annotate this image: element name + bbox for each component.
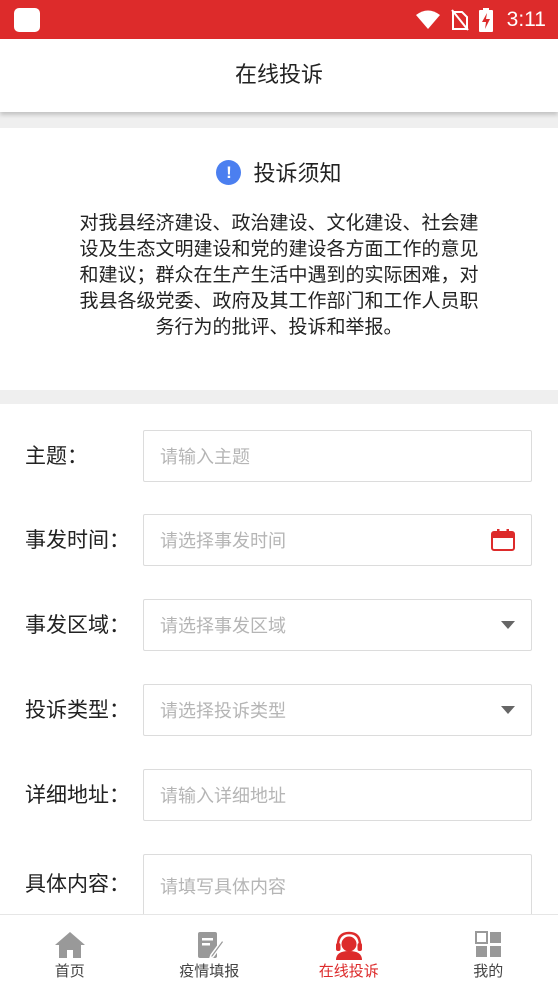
- tab-mine-label: 我的: [473, 962, 504, 980]
- edit-document-icon: [198, 932, 226, 960]
- app-header: 在线投诉: [0, 39, 558, 112]
- battery-charging-icon: [478, 7, 493, 32]
- form-row-incident-area: 事发区域： 请选择事发区域: [0, 599, 558, 651]
- status-bar: 3:11: [0, 0, 558, 39]
- form-row-complaint-type: 投诉类型： 请选择投诉类型: [0, 684, 558, 736]
- form-row-subject: 主题： 请输入主题: [0, 430, 558, 482]
- status-icons: 3:11: [415, 0, 546, 39]
- address-label: 详细地址：: [25, 783, 130, 807]
- complaint-type-placeholder: 请选择投诉类型: [160, 701, 286, 722]
- no-sim-icon: [450, 8, 469, 31]
- status-time: 3:11: [506, 7, 546, 31]
- notice-body: 对我县经济建设、政治建设、文化建设、社会建设及生态文明建设和党的建设各方面工作的…: [79, 212, 479, 338]
- section-divider: [0, 112, 558, 128]
- info-icon: !: [216, 159, 242, 185]
- incident-area-select[interactable]: 请选择事发区域: [143, 599, 532, 651]
- incident-time-placeholder: 请选择事发时间: [160, 531, 286, 552]
- complaint-type-label: 投诉类型：: [25, 698, 130, 722]
- form-row-incident-time: 事发时间： 请选择事发时间: [0, 514, 558, 566]
- incident-area-placeholder: 请选择事发区域: [160, 616, 286, 637]
- tab-online-complaint-label: 在线投诉: [318, 962, 379, 980]
- content-label: 具体内容：: [25, 872, 130, 896]
- dropdown-arrow-icon: [501, 706, 515, 714]
- notice-header: ! 投诉须知: [0, 156, 558, 188]
- tab-online-complaint[interactable]: 在线投诉: [279, 915, 419, 993]
- content-placeholder: 请填写具体内容: [160, 877, 286, 898]
- complaint-type-select[interactable]: 请选择投诉类型: [143, 684, 532, 736]
- section-divider: [0, 390, 558, 404]
- address-placeholder: 请输入详细地址: [160, 786, 286, 807]
- home-icon: [54, 932, 85, 958]
- tab-epidemic-report-label: 疫情填报: [179, 962, 240, 980]
- subject-placeholder: 请输入主题: [160, 447, 250, 468]
- form-row-content: 具体内容： 请填写具体内容: [0, 854, 558, 924]
- form-row-address: 详细地址： 请输入详细地址: [0, 769, 558, 821]
- notice-title: 投诉须知: [253, 162, 342, 187]
- grid-icon: [475, 931, 502, 957]
- wifi-icon: [415, 10, 440, 29]
- tab-home[interactable]: 首页: [0, 915, 140, 993]
- complaint-notice: ! 投诉须知 对我县经济建设、政治建设、文化建设、社会建设及生态文明建设和党的建…: [0, 128, 558, 390]
- calendar-icon[interactable]: [491, 529, 515, 551]
- address-input[interactable]: 请输入详细地址: [143, 769, 532, 821]
- subject-label: 主题：: [25, 444, 88, 468]
- customer-service-icon: [335, 931, 362, 960]
- incident-time-label: 事发时间：: [25, 528, 130, 552]
- incident-time-picker[interactable]: 请选择事发时间: [143, 514, 532, 566]
- subject-input[interactable]: 请输入主题: [143, 430, 532, 482]
- tab-home-label: 首页: [54, 962, 85, 980]
- app-notification-icon: [14, 8, 40, 32]
- bottom-tab-bar: 首页 疫情填报 在线投诉 我的: [0, 914, 558, 993]
- page-title: 在线投诉: [234, 63, 323, 88]
- tab-epidemic-report[interactable]: 疫情填报: [140, 915, 280, 993]
- dropdown-arrow-icon: [501, 621, 515, 629]
- tab-mine[interactable]: 我的: [419, 915, 558, 993]
- incident-area-label: 事发区域：: [25, 613, 130, 637]
